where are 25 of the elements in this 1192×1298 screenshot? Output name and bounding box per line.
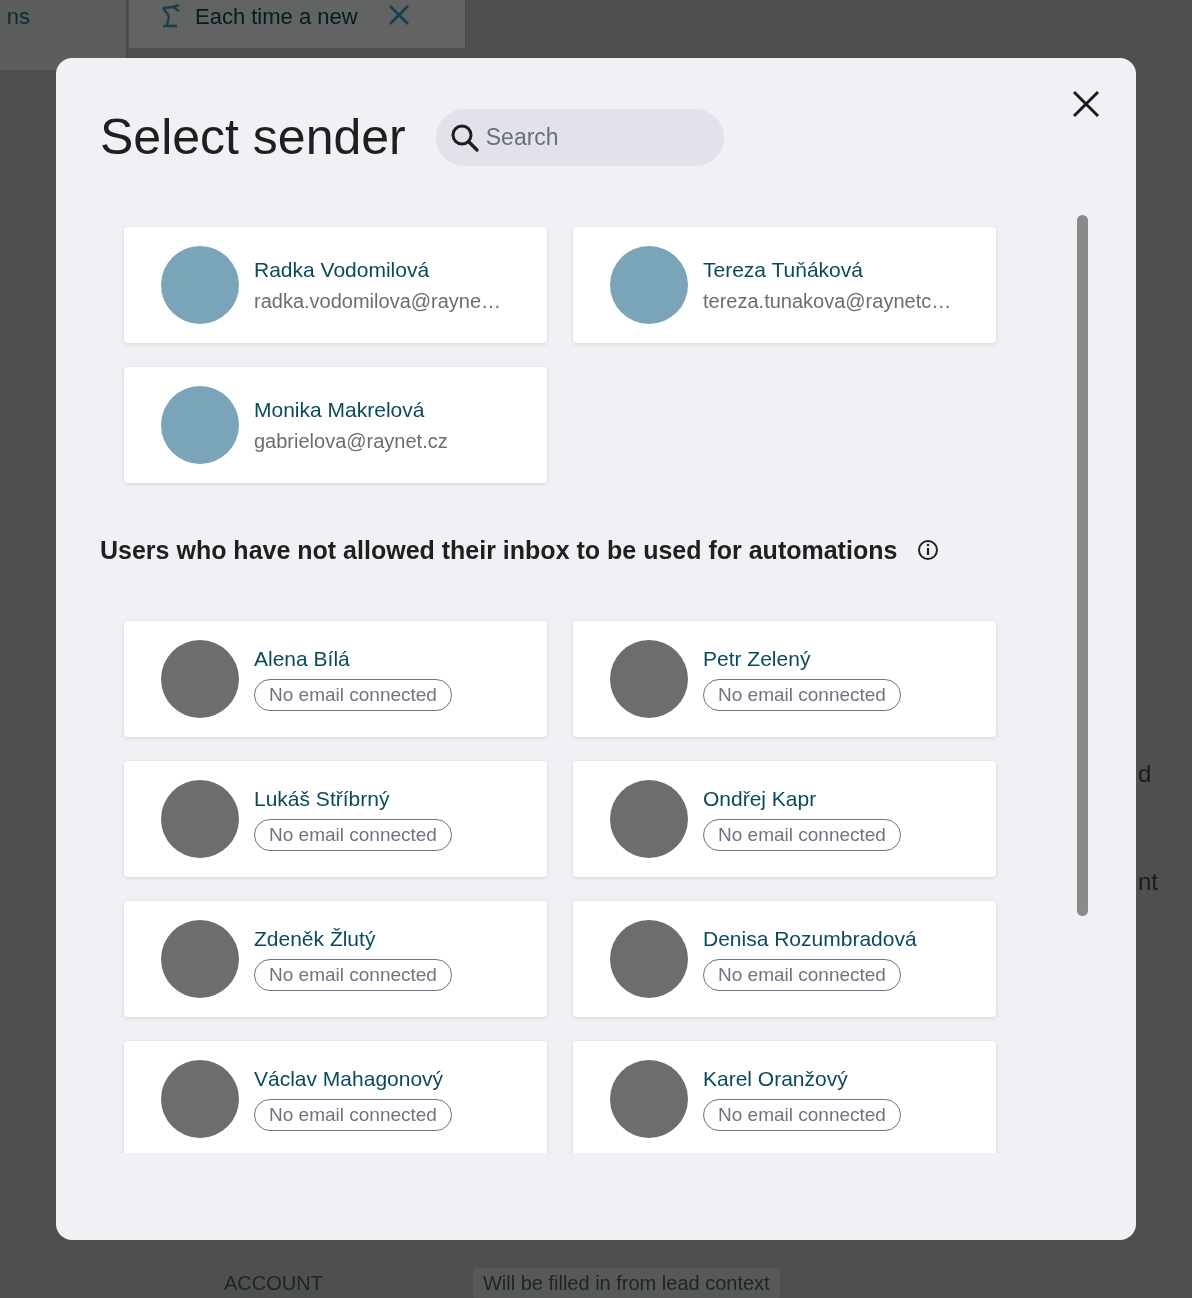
scrollbar[interactable] [1077, 215, 1088, 916]
sender-card[interactable]: Monika Makrelová gabrielova@raynet.cz [124, 367, 547, 483]
search-field[interactable]: Search [435, 108, 724, 166]
user-name: Monika Makrelová [254, 397, 426, 422]
user-name: Radka Vodomilová [254, 257, 431, 282]
user-name: Lukáš Stříbrný [254, 787, 391, 811]
sender-card[interactable]: Tereza Tuňáková tereza.tunakova@raynetc… [573, 227, 996, 343]
user-name: Alena Bílá [254, 647, 351, 671]
user-name: Tereza Tuňáková [703, 257, 864, 282]
section-heading: Users who have not allowed their inbox to be used for automations [100, 535, 898, 565]
user-name: Ondřej Kapr [703, 787, 818, 811]
user-name: Karel Oranžový [703, 1067, 849, 1091]
user-name: Denisa Rozumbradová [703, 927, 917, 951]
user-email: gabrielova@raynet.cz [254, 429, 448, 453]
user-email: tereza.tunakova@raynetc… [703, 289, 952, 313]
field-value: Will be filled in from lead context [472, 1268, 780, 1298]
sender-card[interactable]: Radka Vodomilová radka.vodomilova@rayne… [124, 227, 547, 343]
close-icon[interactable] [1072, 90, 1100, 118]
search-icon [449, 122, 480, 153]
info-icon[interactable] [917, 539, 940, 561]
user-email: radka.vodomilova@rayne… [254, 289, 502, 313]
user-name: Petr Zelený [703, 647, 812, 671]
user-name: Zdeněk Žlutý [254, 927, 377, 951]
user-name: Václav Mahagonový [254, 1067, 445, 1091]
dialog-title: Select sender [100, 108, 406, 166]
